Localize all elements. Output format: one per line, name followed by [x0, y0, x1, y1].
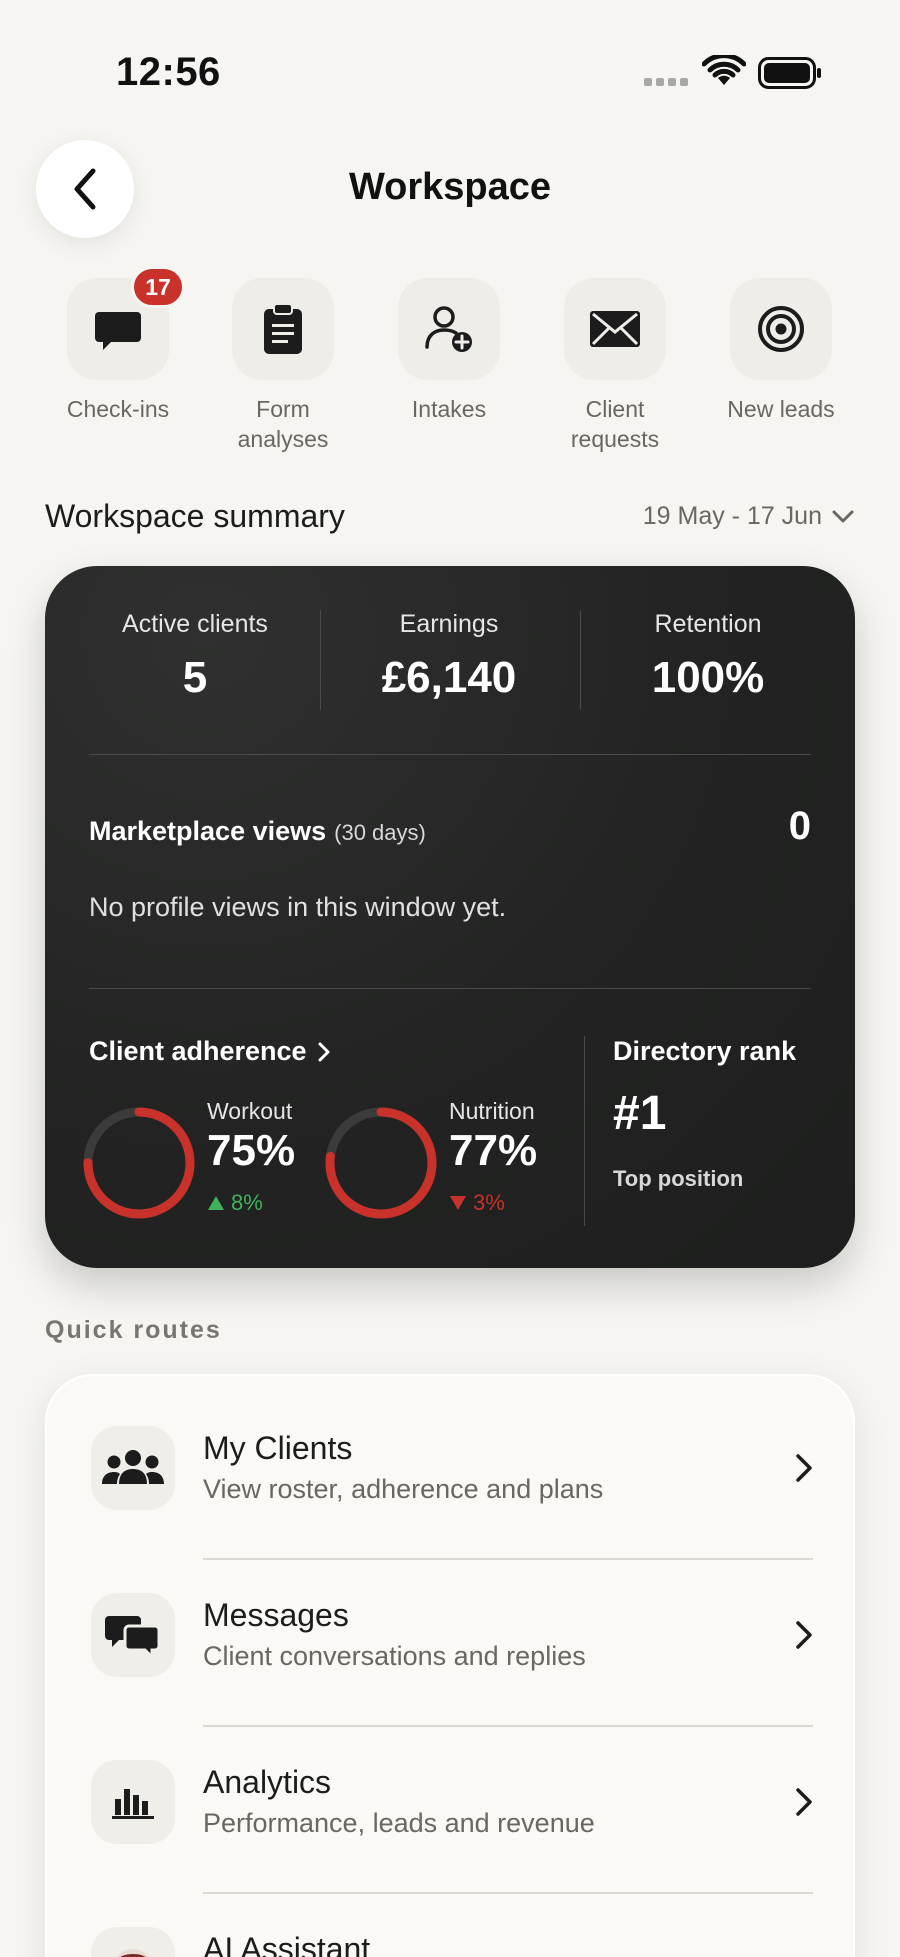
divider — [89, 988, 811, 989]
section-title: Quick routes — [45, 1316, 222, 1344]
stat-value: £6,140 — [381, 653, 517, 702]
nutrition-delta: 3% — [449, 1190, 505, 1216]
stat-label: Retention — [654, 610, 762, 638]
date-range-label: 19 May - 17 Jun — [642, 502, 822, 530]
workout-progress-ring — [83, 1107, 195, 1219]
marketplace-views-title: Marketplace views (30 days) — [89, 816, 426, 847]
nutrition-delta-value: 3% — [473, 1190, 505, 1215]
stat-retention: Retention 100% — [588, 610, 828, 703]
route-icon-wrap — [91, 1593, 175, 1677]
assistant-icon — [117, 1949, 149, 1957]
client-adherence-link[interactable]: Client adherence — [89, 1036, 331, 1067]
stat-active-clients: Active clients 5 — [75, 610, 315, 703]
shortcut-label: Client requests — [570, 396, 660, 452]
route-title: My Clients — [203, 1430, 353, 1466]
directory-rank-title: Directory rank — [613, 1036, 797, 1066]
marketplace-views-count: 0 — [788, 804, 811, 848]
target-icon — [758, 306, 804, 352]
directory-rank-note: Top position — [613, 1166, 744, 1191]
shortcut-new-leads[interactable]: New leads — [696, 278, 866, 424]
stat-value: 5 — [182, 653, 208, 702]
route-icon-wrap — [91, 1760, 175, 1844]
section-title: Workspace summary — [45, 498, 345, 534]
directory-rank-value: #1 — [613, 1087, 667, 1140]
workout-delta-value: 8% — [231, 1190, 263, 1215]
route-title: Messages — [203, 1597, 349, 1633]
clipboard-icon — [264, 303, 302, 354]
shortcut-label: Form analyses — [237, 396, 329, 452]
status-bar: 12:56 — [0, 0, 900, 110]
workout-value: 75% — [207, 1126, 296, 1175]
chat-bubble-icon — [95, 312, 141, 350]
stat-label: Earnings — [399, 610, 499, 638]
route-title: AI Assistant — [203, 1931, 371, 1957]
workout-label: Workout — [207, 1098, 293, 1124]
route-messages[interactable]: Messages Client conversations and replie… — [47, 1553, 857, 1719]
notification-badge: 17 — [131, 266, 185, 308]
chevron-right-icon — [796, 1621, 812, 1649]
marketplace-views-period: (30 days) — [334, 820, 426, 845]
shortcut-client-requests[interactable]: Client requests — [530, 278, 700, 454]
route-subtitle: Client conversations and replies — [203, 1641, 586, 1671]
divider — [580, 610, 581, 710]
add-user-icon — [425, 306, 472, 352]
battery-icon — [758, 57, 821, 89]
route-subtitle: Performance, leads and revenue — [203, 1808, 595, 1838]
date-range-picker[interactable]: 19 May - 17 Jun — [643, 502, 854, 531]
stat-label: Active clients — [122, 610, 268, 638]
workout-delta: 8% — [207, 1190, 263, 1216]
shortcut-form-analyses[interactable]: Form analyses — [198, 278, 368, 454]
stat-earnings: Earnings £6,140 — [329, 610, 569, 703]
route-icon-wrap — [91, 1426, 175, 1510]
stat-value: 100% — [651, 653, 765, 702]
route-my-clients[interactable]: My Clients View roster, adherence and pl… — [47, 1386, 857, 1552]
users-icon — [102, 1450, 164, 1484]
route-title: Analytics — [203, 1764, 332, 1800]
shortcut-label: New leads — [727, 396, 835, 422]
shortcut-label: Intakes — [411, 396, 487, 422]
nutrition-value: 77% — [449, 1126, 538, 1175]
route-subtitle: View roster, adherence and plans — [203, 1474, 604, 1504]
quick-routes-card: My Clients View roster, adherence and pl… — [45, 1374, 855, 1957]
triangle-down-icon — [450, 1196, 466, 1210]
bar-chart-icon — [112, 1789, 154, 1819]
page-title: Workspace — [348, 166, 552, 208]
route-analytics[interactable]: Analytics Performance, leads and revenue — [47, 1720, 857, 1886]
summary-card: Active clients 5 Earnings £6,140 Retenti… — [45, 566, 855, 1268]
chevron-right-icon — [796, 1454, 812, 1482]
nutrition-progress-ring — [325, 1107, 437, 1219]
shortcut-check-ins[interactable]: 17 Check-ins — [33, 266, 203, 424]
client-adherence-label: Client adherence — [89, 1036, 307, 1066]
envelope-icon — [590, 311, 640, 347]
wifi-icon — [702, 55, 746, 85]
chevron-right-icon — [796, 1788, 812, 1816]
marketplace-views-note: No profile views in this window yet. — [89, 892, 507, 922]
chevron-right-icon — [318, 1042, 330, 1061]
messages-icon — [105, 1616, 161, 1658]
triangle-up-icon — [208, 1196, 224, 1210]
divider — [584, 1036, 585, 1226]
marketplace-views-label: Marketplace views — [89, 816, 327, 846]
divider — [89, 754, 811, 755]
chevron-down-icon — [832, 510, 854, 522]
shortcut-intakes[interactable]: Intakes — [364, 278, 534, 424]
route-ai-assistant[interactable]: AI Assistant — [47, 1887, 857, 1957]
nutrition-label: Nutrition — [449, 1098, 535, 1124]
route-icon-wrap — [91, 1927, 175, 1957]
shortcut-label: Check-ins — [66, 396, 170, 422]
status-time: 12:56 — [116, 50, 221, 94]
signal-icon — [644, 78, 690, 88]
divider — [320, 610, 321, 710]
